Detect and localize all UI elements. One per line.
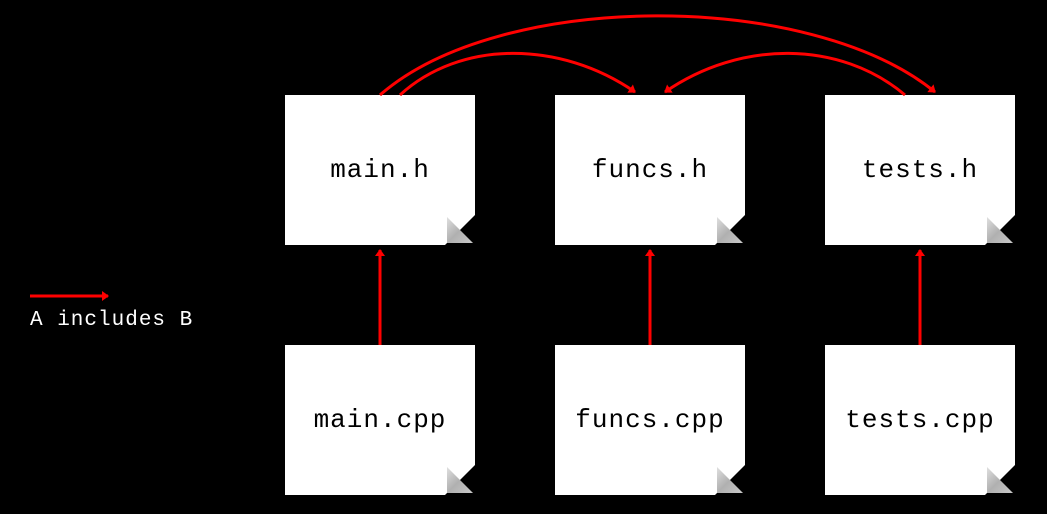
dog-ear-icon — [715, 465, 745, 495]
dog-ear-icon — [445, 215, 475, 245]
arrow-main-h-to-tests-h — [380, 16, 935, 95]
file-funcs-cpp: funcs.cpp — [555, 345, 745, 495]
file-tests-cpp: tests.cpp — [825, 345, 1015, 495]
arrow-main-h-to-funcs-h — [400, 53, 635, 95]
file-tests-h: tests.h — [825, 95, 1015, 245]
arrow-tests-h-to-funcs-h — [665, 53, 905, 95]
legend-text: A includes B — [30, 308, 193, 333]
file-main-cpp: main.cpp — [285, 345, 475, 495]
dog-ear-icon — [985, 215, 1015, 245]
file-main-h: main.h — [285, 95, 475, 245]
file-label: funcs.cpp — [575, 405, 724, 435]
file-label: tests.cpp — [845, 405, 994, 435]
file-funcs-h: funcs.h — [555, 95, 745, 245]
dog-ear-icon — [715, 215, 745, 245]
file-label: main.cpp — [314, 405, 447, 435]
file-label: funcs.h — [592, 155, 708, 185]
dog-ear-icon — [985, 465, 1015, 495]
file-label: main.h — [330, 155, 430, 185]
file-label: tests.h — [862, 155, 978, 185]
dog-ear-icon — [445, 465, 475, 495]
